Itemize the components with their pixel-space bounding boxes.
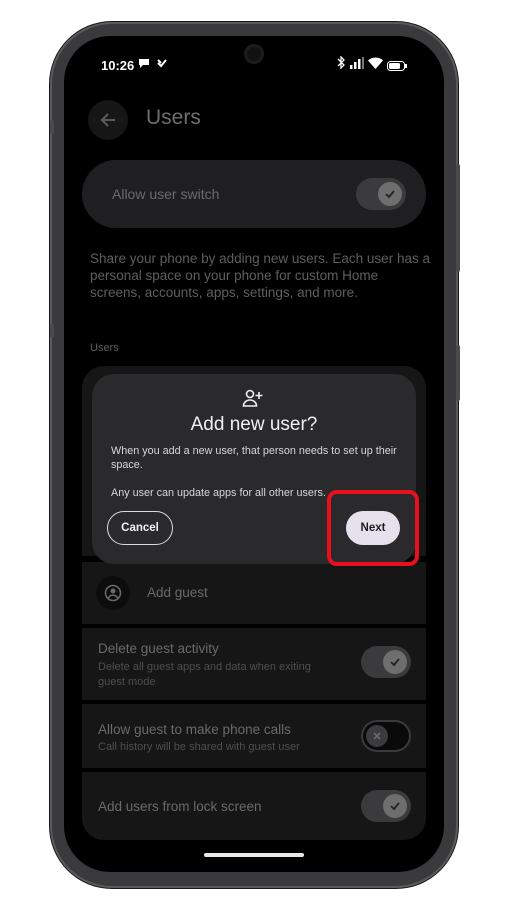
status-bar: 10:26 — [64, 36, 444, 92]
allow-guest-calls-row[interactable]: Allow guest to make phone calls Call his… — [82, 704, 426, 768]
check-icon — [378, 182, 402, 206]
battery-icon — [387, 58, 407, 76]
dialog-title: Add new user? — [190, 414, 318, 435]
person-add-icon — [242, 388, 264, 413]
guest-avatar-icon — [96, 576, 130, 610]
front-camera — [244, 44, 264, 64]
signal-icon — [350, 56, 364, 74]
status-time: 10:26 — [101, 58, 135, 73]
page-title: Users — [146, 106, 201, 129]
users-description: Share your phone by adding new users. Ea… — [90, 251, 430, 300]
add-guest-label: Add guest — [147, 585, 208, 600]
power-button — [456, 345, 460, 401]
add-guest-row[interactable]: Add guest — [82, 562, 426, 624]
setting-subtitle: Delete all guest apps and data when exit… — [98, 661, 311, 688]
allow-user-switch-row[interactable]: Allow user switch — [82, 160, 426, 228]
chat-notification-icon — [138, 56, 150, 74]
setting-title: Delete guest activity — [98, 641, 219, 656]
check-icon — [383, 650, 407, 674]
screen: 10:26 Users Allow user switch Share your… — [64, 36, 444, 872]
next-button-highlight — [327, 490, 419, 566]
home-indicator[interactable] — [204, 853, 304, 857]
delete-guest-activity-row[interactable]: Delete guest activity Delete all guest a… — [82, 628, 426, 700]
back-button[interactable] — [88, 100, 128, 140]
dialog-body-text: When you add a new user, that person nee… — [111, 445, 397, 471]
app-notification-icon — [156, 56, 168, 74]
add-users-lock-screen-row[interactable]: Add users from lock screen — [82, 772, 426, 840]
allow-user-switch-label: Allow user switch — [112, 186, 220, 202]
delete-guest-activity-toggle[interactable] — [361, 646, 411, 678]
setting-title: Add users from lock screen — [98, 799, 262, 814]
wifi-icon — [368, 56, 383, 74]
frame-notch — [50, 120, 54, 134]
setting-subtitle: Call history will be shared with guest u… — [98, 741, 300, 753]
bluetooth-icon — [336, 55, 346, 74]
frame-notch — [50, 324, 54, 338]
volume-button — [456, 164, 460, 272]
arrow-left-icon — [100, 113, 115, 127]
cancel-button[interactable]: Cancel — [107, 511, 173, 545]
add-users-lock-screen-toggle[interactable] — [361, 790, 411, 822]
allow-user-switch-toggle[interactable] — [356, 178, 406, 210]
check-icon — [383, 794, 407, 818]
allow-guest-calls-toggle[interactable] — [361, 720, 411, 752]
close-icon — [366, 725, 388, 747]
setting-title: Allow guest to make phone calls — [98, 722, 291, 737]
users-section-label: Users — [90, 342, 119, 354]
